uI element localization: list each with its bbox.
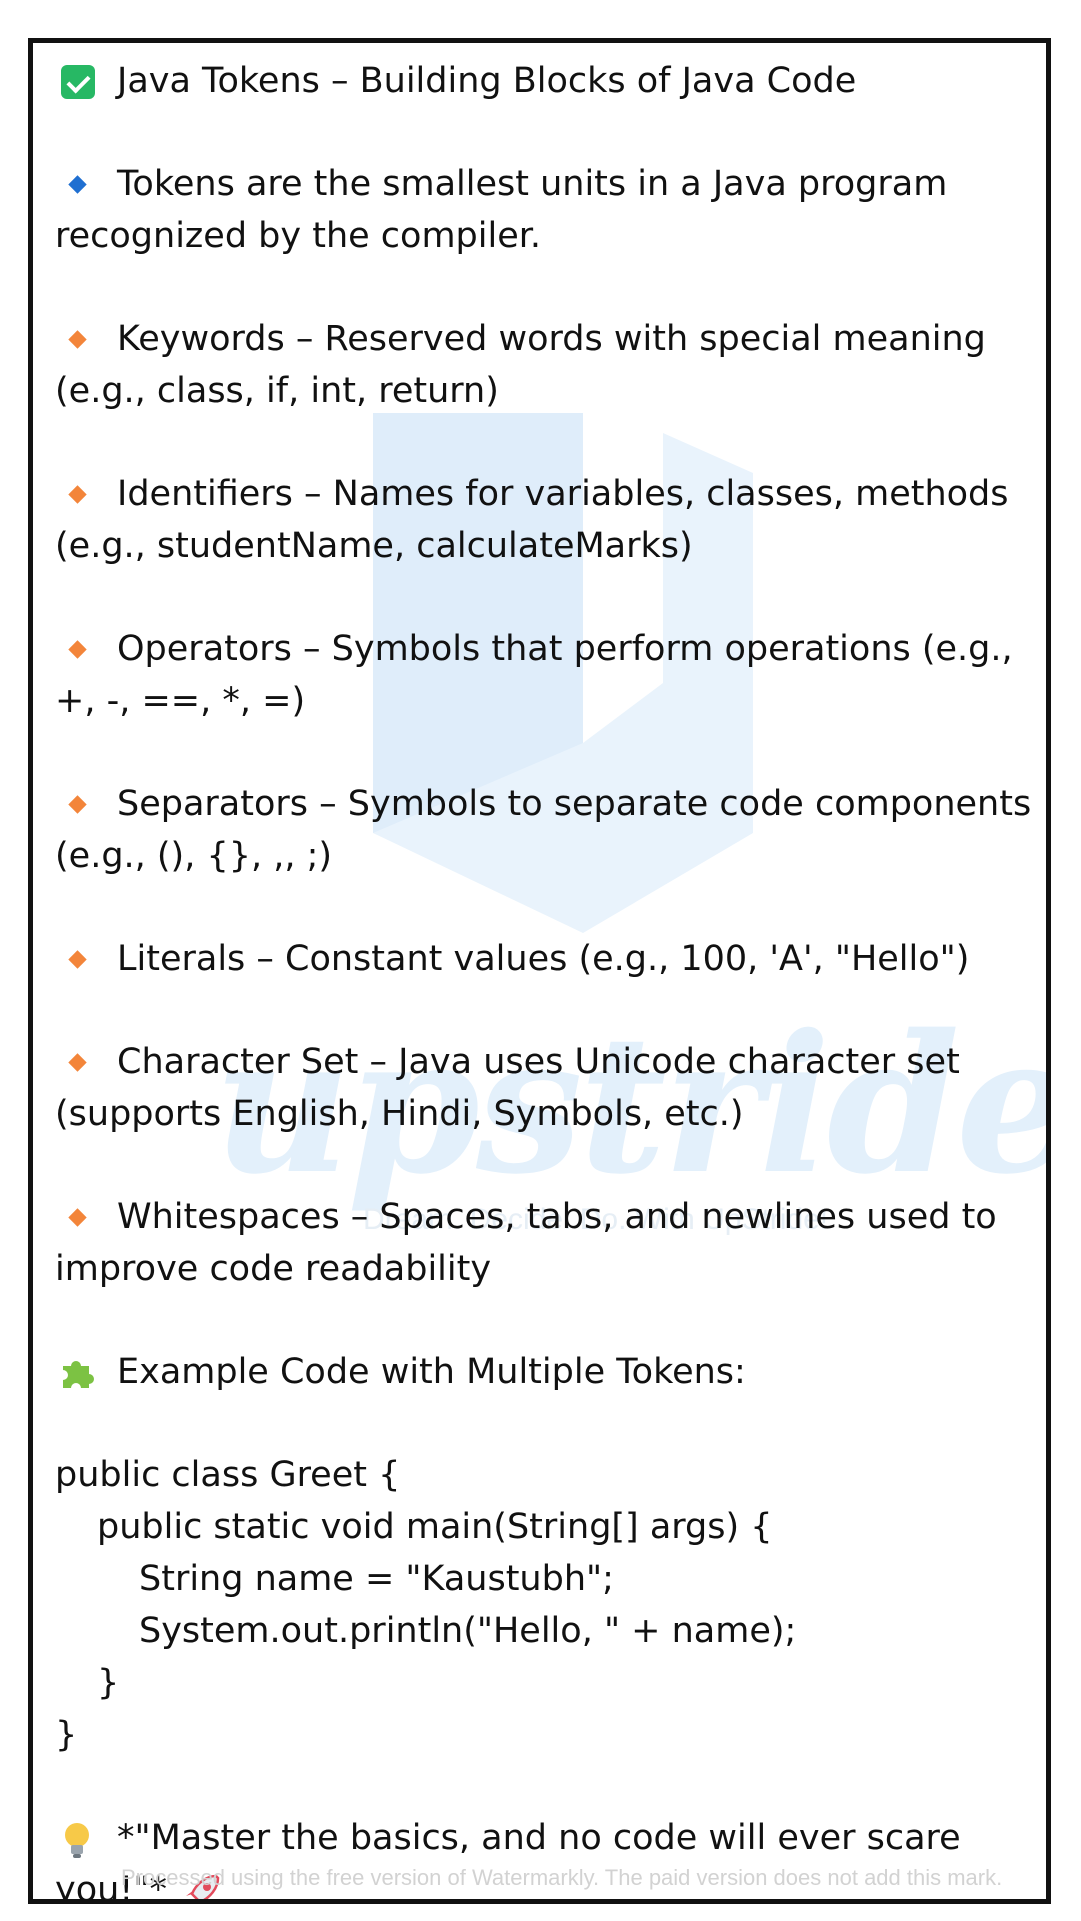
list-item-cont: (e.g., (), {}, ,, ;) bbox=[55, 830, 1028, 882]
item-text: (e.g., studentName, calculateMarks) bbox=[55, 526, 693, 566]
title-line: Java Tokens – Building Blocks of Java Co… bbox=[55, 55, 1028, 107]
list-item: Identifiers – Names for variables, class… bbox=[55, 468, 1028, 520]
list-item: Whitespaces – Spaces, tabs, and newlines… bbox=[55, 1191, 1028, 1243]
code-line: System.out.println("Hello, " + name); bbox=[139, 1611, 797, 1651]
code-block: public class Greet { public static void … bbox=[55, 1449, 1028, 1761]
code-line: public class Greet { bbox=[55, 1455, 401, 1495]
list-item: Character Set – Java uses Unicode charac… bbox=[55, 1036, 1028, 1088]
intro-text-2: recognized by the compiler. bbox=[55, 216, 542, 256]
item-text: Separators – Symbols to separate code co… bbox=[117, 784, 1032, 824]
blue-diamond-icon bbox=[55, 158, 117, 210]
item-text: Keywords – Reserved words with special m… bbox=[117, 319, 986, 359]
code-line: public static void main(String[] args) { bbox=[97, 1507, 773, 1547]
item-text: (e.g., class, if, int, return) bbox=[55, 371, 499, 411]
list-item-cont: (e.g., studentName, calculateMarks) bbox=[55, 520, 1028, 572]
item-text: +, -, ==, *, =) bbox=[55, 681, 306, 721]
orange-diamond-icon bbox=[55, 468, 117, 520]
item-text: (supports English, Hindi, Symbols, etc.) bbox=[55, 1094, 744, 1134]
list-item-cont: (e.g., class, if, int, return) bbox=[55, 365, 1028, 417]
code-line: } bbox=[97, 1663, 120, 1703]
puzzle-icon bbox=[55, 1346, 117, 1398]
list-item-cont: improve code readability bbox=[55, 1243, 1028, 1295]
list-item: Operators – Symbols that perform operati… bbox=[55, 623, 1028, 675]
item-text: (e.g., (), {}, ,, ;) bbox=[55, 836, 333, 876]
quote-text-1: *"Master the basics, and no code will ev… bbox=[117, 1818, 961, 1858]
item-text: improve code readability bbox=[55, 1249, 492, 1289]
orange-diamond-icon bbox=[55, 313, 117, 365]
item-text: Identifiers – Names for variables, class… bbox=[117, 474, 1009, 514]
list-item-cont: (supports English, Hindi, Symbols, etc.) bbox=[55, 1088, 1028, 1140]
code-line: String name = "Kaustubh"; bbox=[139, 1559, 614, 1599]
code-line: } bbox=[55, 1715, 78, 1755]
bulb-icon bbox=[55, 1812, 117, 1864]
quote-line: *"Master the basics, and no code will ev… bbox=[55, 1812, 1028, 1864]
orange-diamond-icon bbox=[55, 623, 117, 675]
page-title: Java Tokens – Building Blocks of Java Co… bbox=[117, 61, 857, 101]
item-text: Character Set – Java uses Unicode charac… bbox=[117, 1042, 960, 1082]
list-item-cont: +, -, ==, *, =) bbox=[55, 675, 1028, 727]
orange-diamond-icon bbox=[55, 1191, 117, 1243]
document-frame: upstride Dream. Decide. Do. With UpStrid… bbox=[28, 38, 1051, 1904]
list-item: Keywords – Reserved words with special m… bbox=[55, 313, 1028, 365]
watermarkly-notice: Processed using the free version of Wate… bbox=[121, 1865, 1003, 1890]
item-text: Whitespaces – Spaces, tabs, and newlines… bbox=[117, 1197, 997, 1237]
check-icon bbox=[55, 55, 117, 107]
example-heading: Example Code with Multiple Tokens: bbox=[117, 1352, 746, 1392]
list-item: Separators – Symbols to separate code co… bbox=[55, 778, 1032, 830]
item-text: Literals – Constant values (e.g., 100, '… bbox=[117, 939, 970, 979]
orange-diamond-icon bbox=[55, 933, 117, 985]
intro-line: Tokens are the smallest units in a Java … bbox=[55, 158, 1028, 210]
intro-text-1: Tokens are the smallest units in a Java … bbox=[117, 164, 948, 204]
list-item: Literals – Constant values (e.g., 100, '… bbox=[55, 933, 1028, 985]
example-heading-line: Example Code with Multiple Tokens: bbox=[55, 1346, 1028, 1398]
orange-diamond-icon bbox=[55, 1036, 117, 1088]
orange-diamond-icon bbox=[55, 778, 117, 830]
post-content: Java Tokens – Building Blocks of Java Co… bbox=[55, 55, 1032, 1899]
item-text: Operators – Symbols that perform operati… bbox=[117, 629, 1013, 669]
intro-line-2: recognized by the compiler. bbox=[55, 210, 1028, 262]
